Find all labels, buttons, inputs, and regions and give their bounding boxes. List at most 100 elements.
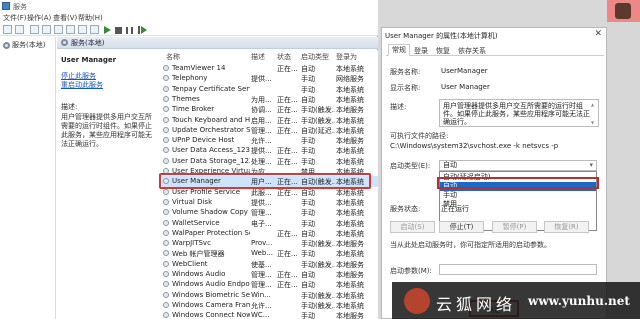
properties-icon[interactable]: [42, 25, 51, 34]
table-row[interactable]: Touch Keyboard and Ha...启用...正在...手动(触发.…: [162, 115, 378, 125]
export-icon[interactable]: [66, 25, 75, 34]
gear-icon: [163, 301, 169, 308]
restart-service-icon[interactable]: [138, 26, 147, 34]
properties-dialog: User Manager 的属性(本地计算机) ✕ 常规 登录 恢复 依存关系 …: [381, 27, 607, 319]
option-manual[interactable]: 手动: [440, 191, 596, 200]
gear-icon: [163, 281, 169, 288]
tab-recovery[interactable]: 恢复: [436, 46, 450, 56]
table-row[interactable]: WalPaper Protection Ser...正在...自动本地系统: [162, 228, 378, 238]
avatar-icon: [615, 3, 631, 19]
scroll-arrows-icon[interactable]: [591, 101, 597, 126]
view-icon[interactable]: [90, 25, 99, 34]
column-header-startup-type[interactable]: 启动类型: [301, 52, 329, 62]
background-panel: [607, 22, 640, 319]
service-name-cell: WalPaper Protection Ser...: [172, 228, 250, 237]
table-row[interactable]: Windows Biometric Servi...Win...手动(触发...…: [162, 290, 378, 300]
gear-icon: [163, 209, 169, 216]
table-row[interactable]: Themes 为用... 正在... 自动 本地系统: [162, 94, 378, 104]
gear-icon: [163, 65, 169, 71]
table-row[interactable]: Windows Audio Endpoint...管理...正在...自动本地系…: [162, 279, 378, 289]
gear-icon: [163, 126, 169, 133]
table-row[interactable]: User Data Storage_123a...处理...正在...手动本地系…: [162, 156, 378, 166]
menu-action[interactable]: 操作(A): [27, 13, 51, 23]
params-label: 启动参数(M):: [390, 267, 432, 275]
gear-icon: [163, 106, 169, 113]
table-row[interactable]: WebClient 使基... 手动(触发... 本地服务: [162, 259, 378, 269]
back-icon[interactable]: [3, 25, 12, 34]
menu-file[interactable]: 文件(F): [3, 13, 27, 23]
console-tree-icon[interactable]: [30, 25, 39, 34]
service-name-cell: Virtual Disk: [172, 197, 213, 206]
column-header-status[interactable]: 状态: [277, 52, 291, 62]
help-icon[interactable]: [78, 25, 87, 34]
startup-type-value: 自动: [443, 161, 457, 169]
gear-icon: [163, 157, 169, 164]
service-desc-cell: Win...: [251, 290, 271, 299]
gear-icon: [163, 95, 169, 102]
table-row[interactable]: User Data Access_123ad...提供...正在...手动本地系…: [162, 145, 378, 155]
table-row[interactable]: Time Broker 协调... 正在... 手动(触发... 本地服务: [162, 104, 378, 114]
table-row[interactable]: Update Orchestrator Ser...管理...正在...自动(延…: [162, 125, 378, 135]
stop-service-link[interactable]: 停止此服务: [61, 72, 157, 81]
display-name-value: User Manager: [441, 83, 490, 91]
table-row[interactable]: Telephony 提供... 手动 网络服务: [162, 73, 378, 83]
service-name-cell: Themes: [172, 94, 200, 103]
tree-node-services-local[interactable]: 服务(本地): [3, 40, 45, 50]
service-name-cell: Time Broker: [172, 105, 215, 114]
menu-help[interactable]: 帮助(H): [78, 13, 103, 23]
table-row[interactable]: TeamViewer 14 正在... 自动 本地系统: [162, 63, 378, 73]
service-name-cell: WarpJITSvc: [172, 239, 211, 248]
gear-icon: [163, 229, 169, 236]
column-header-name[interactable]: 名称: [166, 52, 180, 62]
service-name-cell: Volume Shadow Copy: [172, 208, 248, 217]
start-params-input[interactable]: [439, 264, 597, 275]
table-row[interactable]: Web 帐户管理器 Web... 正在... 手动 本地系统: [162, 248, 378, 258]
table-row[interactable]: Windows Connect Now -...WC... 手动 本地服务: [162, 310, 378, 319]
tab-logon[interactable]: 登录: [414, 46, 428, 56]
table-row[interactable]: WarpJITSvc Prov... 手动(触发... 本地服务: [162, 238, 378, 248]
service-name-cell: Windows Camera Frame ...: [172, 300, 250, 309]
table-row[interactable]: Tenpay Certificate Service手动本地系统: [162, 84, 378, 94]
service-name-cell: Telephony: [172, 74, 208, 83]
service-name-cell: User Data Storage_123a...: [172, 156, 250, 165]
gear-icon: [163, 219, 169, 226]
start-button[interactable]: 启动(S): [390, 221, 435, 233]
resume-button[interactable]: 恢复(R): [544, 221, 589, 233]
service-desc-cell: Prov...: [251, 239, 273, 248]
stop-button[interactable]: 停止(T): [439, 221, 484, 233]
tab-dependencies[interactable]: 依存关系: [458, 46, 486, 56]
pause-service-icon[interactable]: [126, 27, 133, 34]
service-desc-cell: WC...: [251, 311, 270, 319]
table-row[interactable]: Volume Shadow Copy 管理... 手动 本地系统: [162, 207, 378, 217]
display-name-label: 显示名称:: [390, 84, 421, 92]
service-name-cell: TeamViewer 14: [172, 64, 226, 72]
forward-icon[interactable]: [15, 25, 24, 34]
restart-service-link[interactable]: 重启动此服务: [61, 81, 157, 90]
startup-type-select[interactable]: 自动 ▾: [439, 160, 597, 171]
start-service-icon[interactable]: [104, 26, 111, 34]
table-row[interactable]: Windows Audio 管理... 正在... 自动 本地服务: [162, 269, 378, 279]
console-tree: 服务(本地): [0, 37, 56, 319]
table-row[interactable]: Virtual Disk 提供... 手动 本地系统: [162, 197, 378, 207]
pause-button[interactable]: 暂停(P): [492, 221, 537, 233]
close-icon[interactable]: ✕: [594, 29, 602, 39]
description-label: 描述:: [61, 103, 78, 111]
column-header-logon[interactable]: 登录为: [336, 52, 357, 62]
tab-general[interactable]: 常规: [388, 44, 410, 56]
gear-icon: [163, 250, 169, 257]
menu-view[interactable]: 查看(V): [53, 13, 77, 23]
gear-icon: [163, 312, 169, 319]
window-title: 服务: [13, 3, 27, 11]
gear-icon: [3, 41, 10, 49]
menu-bar: 文件(F) 操作(A) 查看(V) 帮助(H): [0, 12, 378, 23]
table-row[interactable]: UPnP Device Host 允许... 手动 本地服务: [162, 135, 378, 145]
column-header-description[interactable]: 描述: [251, 52, 265, 62]
service-name-cell: WebClient: [172, 259, 208, 268]
table-row[interactable]: WalletService 电子... 手动 本地系统: [162, 218, 378, 228]
toolbar: [0, 23, 378, 36]
stop-service-icon[interactable]: [115, 27, 122, 34]
watermark-url: www.yunhu.net: [528, 294, 630, 308]
table-row[interactable]: Windows Camera Frame ...允许...手动(触发...本地系…: [162, 300, 378, 310]
refresh-icon[interactable]: [54, 25, 63, 34]
gear-icon: [163, 137, 169, 144]
